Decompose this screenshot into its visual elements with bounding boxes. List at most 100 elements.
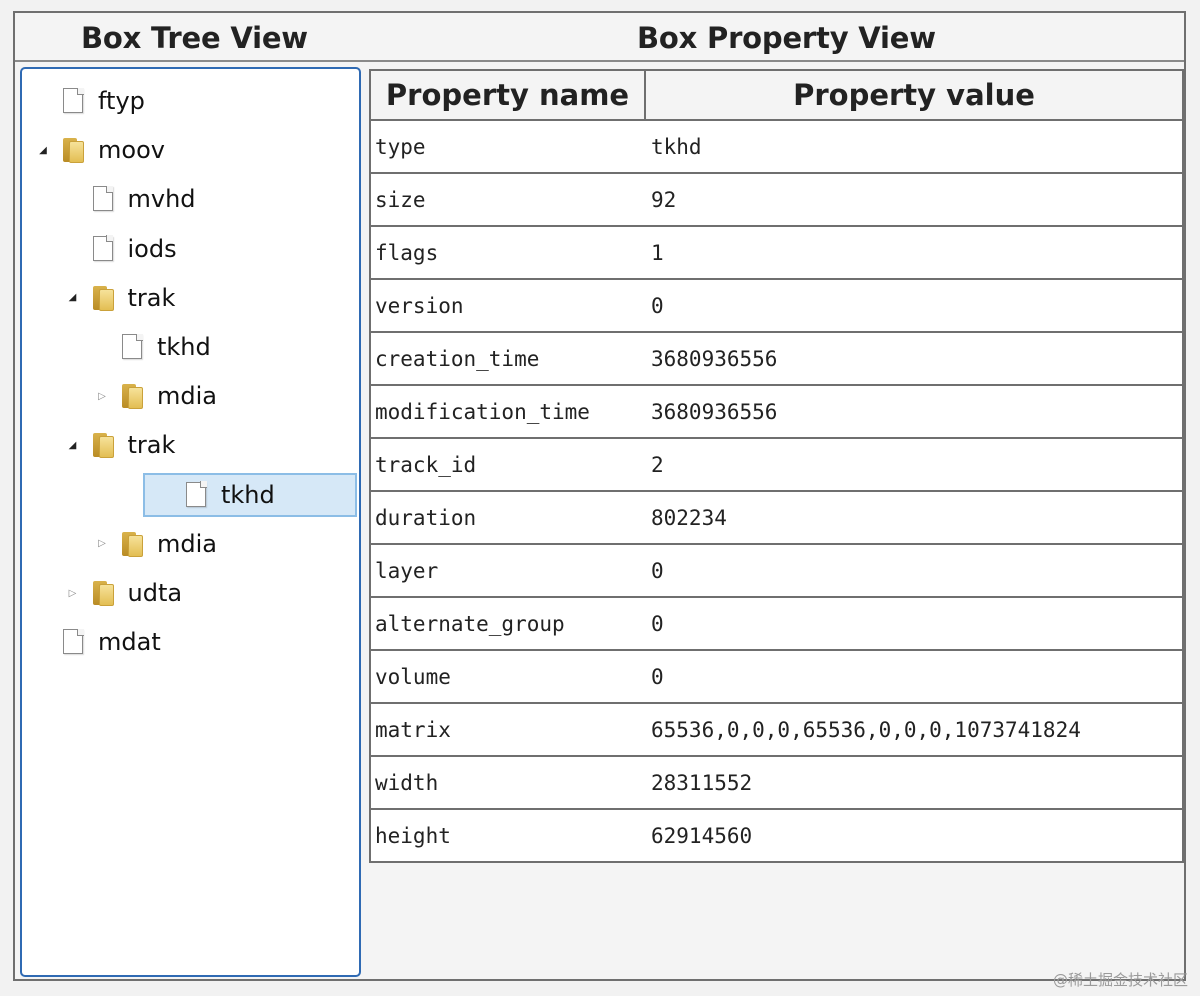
property-value-cell: tkhd	[645, 119, 1184, 174]
property-row[interactable]: volume 0	[369, 649, 1184, 704]
toggle-spacer	[66, 242, 80, 256]
tree-item-iods[interactable]: iods	[66, 227, 177, 271]
property-row[interactable]: height 62914560	[369, 808, 1184, 863]
collapsed-toggle-icon[interactable]: ▷	[95, 389, 109, 403]
property-row[interactable]: creation_time 3680936556	[369, 331, 1184, 386]
tree-item-mvhd[interactable]: mvhd	[66, 177, 196, 221]
property-value-cell: 0	[645, 543, 1184, 598]
tree-item-label: iods	[127, 234, 177, 263]
property-row[interactable]: width 28311552	[369, 755, 1184, 810]
file-icon	[90, 235, 116, 263]
property-row[interactable]: version 0	[369, 278, 1184, 333]
tree-item-mdia[interactable]: ▷ mdia	[95, 522, 217, 566]
property-value-cell: 0	[645, 278, 1184, 333]
file-icon	[183, 481, 209, 509]
toggle-spacer	[95, 340, 109, 354]
property-value-cell: 3680936556	[645, 331, 1184, 386]
tree-view-title: Box Tree View	[81, 21, 308, 55]
property-name-cell: size	[369, 172, 645, 227]
folder-icon	[90, 431, 116, 459]
property-name-cell: height	[369, 808, 645, 863]
property-value-cell: 65536,0,0,0,65536,0,0,0,1073741824	[645, 702, 1184, 757]
property-value-cell: 92	[645, 172, 1184, 227]
property-name-cell: volume	[369, 649, 645, 704]
property-row[interactable]: modification_time 3680936556	[369, 384, 1184, 439]
expanded-toggle-icon[interactable]: ◢	[36, 143, 50, 157]
property-row[interactable]: track_id 2	[369, 437, 1184, 492]
column-header-property-value[interactable]: Property value	[644, 69, 1184, 121]
property-value-cell: 0	[645, 649, 1184, 704]
property-row[interactable]: size 92	[369, 172, 1184, 227]
tree-item-label: trak	[127, 431, 176, 460]
header-bar: Box Tree View Box Property View	[15, 13, 1184, 62]
tree-item-mdia[interactable]: ▷ mdia	[95, 374, 217, 418]
property-row[interactable]: flags 1	[369, 225, 1184, 280]
folder-icon	[90, 284, 116, 312]
property-name-cell: width	[369, 755, 645, 810]
folder-icon	[119, 382, 145, 410]
property-name-cell: version	[369, 278, 645, 333]
file-icon	[60, 628, 86, 656]
property-row[interactable]: type tkhd	[369, 119, 1184, 174]
property-name-cell: modification_time	[369, 384, 645, 439]
property-value-cell: 0	[645, 596, 1184, 651]
tree-item-tkhd[interactable]: tkhd	[95, 325, 211, 369]
property-row[interactable]: matrix 65536,0,0,0,65536,0,0,0,1073741824	[369, 702, 1184, 757]
toggle-spacer	[36, 635, 50, 649]
column-header-property-name[interactable]: Property name	[369, 69, 646, 121]
property-value-cell: 1	[645, 225, 1184, 280]
collapsed-toggle-icon[interactable]: ▷	[95, 537, 109, 551]
tree-item-label: tkhd	[221, 480, 275, 509]
tree-item-label: udta	[127, 579, 183, 607]
property-row[interactable]: duration 802234	[369, 490, 1184, 545]
property-value-cell: 2	[645, 437, 1184, 492]
folder-icon	[119, 530, 145, 558]
tree-item-udta[interactable]: ▷ udta	[66, 571, 183, 615]
property-table-header: Property name Property value	[369, 69, 1184, 121]
tree-item-label: mdat	[98, 628, 161, 657]
tree-item-label: mdia	[157, 529, 217, 558]
folder-icon	[60, 136, 86, 164]
toggle-spacer	[66, 192, 80, 206]
folder-icon	[90, 579, 116, 607]
property-value-cell: 3680936556	[645, 384, 1184, 439]
property-row[interactable]: alternate_group 0	[369, 596, 1184, 651]
tree-item-label: mvhd	[127, 185, 196, 214]
tree-item-tkhd[interactable]: tkhd	[143, 472, 357, 517]
tree-item-label: trak	[127, 283, 176, 312]
file-icon	[60, 87, 86, 115]
expanded-toggle-icon[interactable]: ◢	[66, 291, 80, 305]
property-name-cell: flags	[369, 225, 645, 280]
property-view-title: Box Property View	[637, 21, 936, 55]
box-tree-view[interactable]: ftyp ◢ moov mvhd iods ◢ trak tkhd ▷ mdia ◢ trak tkhd…	[20, 67, 361, 977]
property-name-cell: track_id	[369, 437, 645, 492]
watermark: @稀土掘金技术社区	[1052, 971, 1188, 989]
file-icon	[119, 333, 145, 361]
property-row[interactable]: layer 0	[369, 543, 1184, 598]
property-value-cell: 62914560	[645, 808, 1184, 863]
tree-item-label: moov	[98, 136, 165, 165]
tree-item-ftyp[interactable]: ftyp	[36, 79, 145, 123]
toggle-spacer	[36, 94, 50, 108]
tree-item-trak[interactable]: ◢ trak	[66, 423, 176, 467]
property-name-cell: alternate_group	[369, 596, 645, 651]
tree-item-trak[interactable]: ◢ trak	[66, 276, 176, 320]
tree-item-label: ftyp	[98, 87, 145, 115]
property-name-cell: duration	[369, 490, 645, 545]
expanded-toggle-icon[interactable]: ◢	[66, 438, 80, 452]
tree-item-moov[interactable]: ◢ moov	[36, 128, 165, 172]
collapsed-toggle-icon[interactable]: ▷	[66, 586, 80, 600]
app-window: Box Tree View Box Property View ftyp ◢ moo…	[13, 11, 1186, 981]
property-name-cell: type	[369, 119, 645, 174]
box-property-view: Property name Property value type tkhd siz…	[369, 69, 1184, 863]
tree-item-label: tkhd	[157, 333, 211, 361]
property-name-cell: creation_time	[369, 331, 645, 386]
tree-item-label: mdia	[157, 382, 217, 411]
property-value-cell: 28311552	[645, 755, 1184, 810]
property-table-body: type tkhd size 92 flags 1 version 0 creation_tim…	[369, 119, 1184, 863]
property-table: Property name Property value type tkhd siz…	[369, 69, 1184, 863]
file-icon	[90, 185, 116, 213]
property-value-cell: 802234	[645, 490, 1184, 545]
tree-item-mdat[interactable]: mdat	[36, 620, 161, 664]
property-name-cell: layer	[369, 543, 645, 598]
